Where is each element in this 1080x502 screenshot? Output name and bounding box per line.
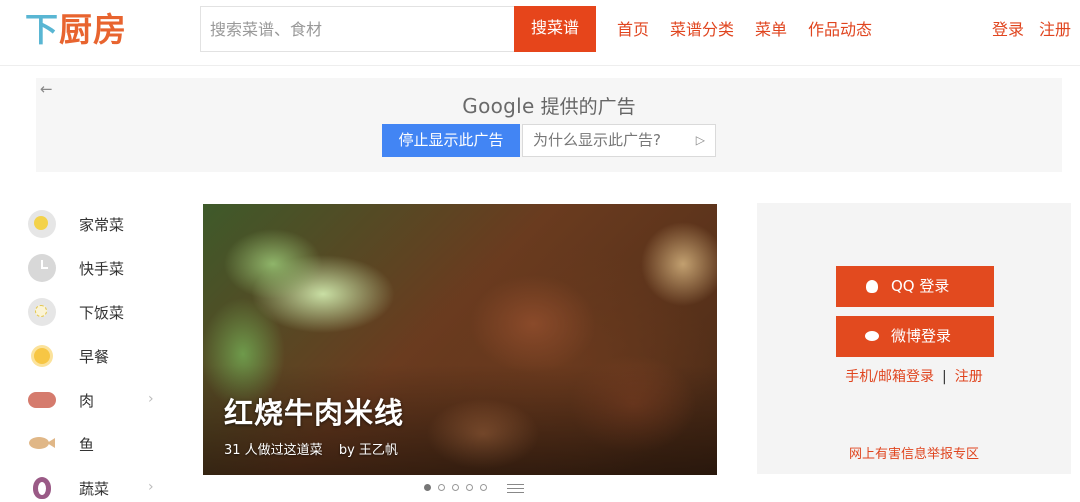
search-input[interactable] xyxy=(200,6,515,52)
logo[interactable]: 下厨房 xyxy=(25,10,127,50)
recipe-meta: 31 人做过这道菜 by 王乙帆 xyxy=(224,439,410,458)
why-ad-button[interactable]: 为什么显示此广告? ▷ xyxy=(522,124,716,157)
ad-provided-text: 提供的广告 xyxy=(540,96,636,118)
why-ad-label: 为什么显示此广告? xyxy=(533,131,661,149)
search-button[interactable]: 搜菜谱 xyxy=(514,6,596,52)
qq-login-button[interactable]: QQ 登录 xyxy=(836,266,994,307)
login-panel: QQ 登录 微博登录 手机/邮箱登录 | 注册 网上有害信息举报专区 xyxy=(757,203,1071,474)
nav-menu[interactable]: 菜单 xyxy=(755,20,787,40)
stop-ad-button[interactable]: 停止显示此广告 xyxy=(382,124,520,157)
login-links: 手机/邮箱登录 | 注册 xyxy=(757,366,1071,386)
category-vegetables[interactable]: 蔬菜 › xyxy=(27,466,167,502)
logo-char-3: 房 xyxy=(93,10,127,49)
category-sidebar: 家常菜 快手菜 下饭菜 早餐 肉 › 鱼 蔬菜 › xyxy=(27,202,167,502)
egg-icon xyxy=(27,209,57,239)
header: 下厨房 搜菜谱 首页 菜谱分类 菜单 作品动态 登录 注册 xyxy=(0,0,1080,66)
phone-email-login-link[interactable]: 手机/邮箱登录 xyxy=(845,369,934,385)
category-with-rice[interactable]: 下饭菜 xyxy=(27,290,167,334)
main-nav: 首页 菜谱分类 菜单 作品动态 xyxy=(617,20,893,40)
category-label: 下饭菜 xyxy=(79,303,125,322)
recipe-author[interactable]: by 王乙帆 xyxy=(339,443,398,458)
weibo-icon xyxy=(865,331,879,341)
register-link[interactable]: 注册 xyxy=(1039,20,1071,40)
google-wordmark: Google xyxy=(462,94,535,118)
rice-icon xyxy=(27,297,57,327)
panel-register-link[interactable]: 注册 xyxy=(955,369,983,385)
recipe-title: 红烧牛肉米线 xyxy=(224,396,405,430)
ad-title: Google 提供的广告 xyxy=(36,92,1062,119)
separator: | xyxy=(942,369,947,385)
report-harmful-info-link[interactable]: 网上有害信息举报专区 xyxy=(757,443,1071,462)
category-label: 鱼 xyxy=(79,435,95,454)
play-icon: ▷ xyxy=(695,133,705,147)
logo-char-1: 下 xyxy=(25,10,59,49)
category-home-cooking[interactable]: 家常菜 xyxy=(27,202,167,246)
sun-icon xyxy=(27,341,57,371)
category-label: 早餐 xyxy=(79,347,110,366)
slide-pagination xyxy=(424,484,494,491)
pagination-dot[interactable] xyxy=(466,484,473,491)
clock-icon xyxy=(27,253,57,283)
logo-char-2: 厨 xyxy=(59,10,93,49)
qq-icon xyxy=(866,280,878,293)
nav-recipe-categories[interactable]: 菜谱分类 xyxy=(670,20,734,40)
category-label: 家常菜 xyxy=(79,215,125,234)
pig-icon xyxy=(27,385,57,415)
auth-links: 登录 注册 xyxy=(977,20,1071,40)
category-quick[interactable]: 快手菜 xyxy=(27,246,167,290)
google-ad-banner: ← Google 提供的广告 停止显示此广告 为什么显示此广告? ▷ xyxy=(36,78,1062,172)
chevron-right-icon: › xyxy=(148,391,154,407)
onion-icon xyxy=(27,473,57,502)
category-label: 快手菜 xyxy=(79,259,125,278)
nav-activity[interactable]: 作品动态 xyxy=(808,20,872,40)
pagination-dot[interactable] xyxy=(424,484,431,491)
pagination-dot[interactable] xyxy=(480,484,487,491)
pagination-dot[interactable] xyxy=(452,484,459,491)
category-meat[interactable]: 肉 › xyxy=(27,378,167,422)
category-fish[interactable]: 鱼 xyxy=(27,422,167,466)
category-breakfast[interactable]: 早餐 xyxy=(27,334,167,378)
login-link[interactable]: 登录 xyxy=(992,20,1024,40)
fish-icon xyxy=(27,429,57,459)
pagination-dot[interactable] xyxy=(438,484,445,491)
weibo-login-button[interactable]: 微博登录 xyxy=(836,316,994,357)
nav-home[interactable]: 首页 xyxy=(617,20,649,40)
chevron-right-icon: › xyxy=(148,479,154,495)
cooked-count: 31 人做过这道菜 xyxy=(224,443,323,458)
category-label: 蔬菜 xyxy=(79,479,110,498)
featured-recipe-slide[interactable]: 红烧牛肉米线 31 人做过这道菜 by 王乙帆 xyxy=(203,204,717,475)
list-icon[interactable] xyxy=(507,484,524,496)
category-label: 肉 xyxy=(79,391,95,410)
